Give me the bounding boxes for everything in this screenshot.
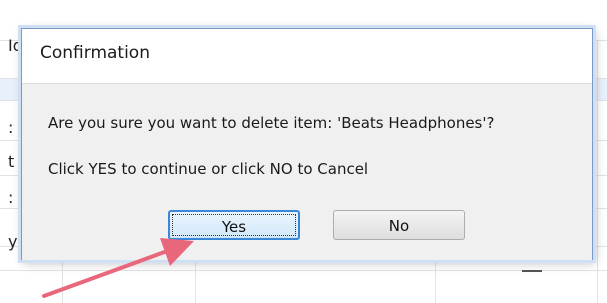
- grid-cell-fragment: y: [8, 232, 18, 251]
- dialog-content: Are you sure you want to delete item: 'B…: [22, 83, 592, 260]
- grid-cell-fragment: :: [8, 118, 14, 137]
- grid-cell-fragment: t: [8, 152, 15, 171]
- confirmation-dialog: Confirmation Are you sure you want to de…: [21, 28, 593, 260]
- no-button-label: No: [388, 217, 410, 235]
- no-button[interactable]: No: [333, 210, 465, 240]
- dialog-instruction: Click YES to continue or click NO to Can…: [48, 160, 369, 178]
- scroll-mark: [522, 270, 542, 272]
- grid-column-line: [597, 40, 598, 303]
- yes-button[interactable]: Yes: [168, 210, 300, 240]
- dialog-title: Confirmation: [40, 43, 150, 63]
- dialog-titlebar[interactable]: Confirmation: [22, 29, 592, 79]
- grid-cell-fragment: :: [8, 188, 14, 207]
- dialog-message: Are you sure you want to delete item: 'B…: [48, 114, 495, 132]
- grid-row-line: [0, 270, 607, 271]
- focus-rectangle: [172, 214, 296, 236]
